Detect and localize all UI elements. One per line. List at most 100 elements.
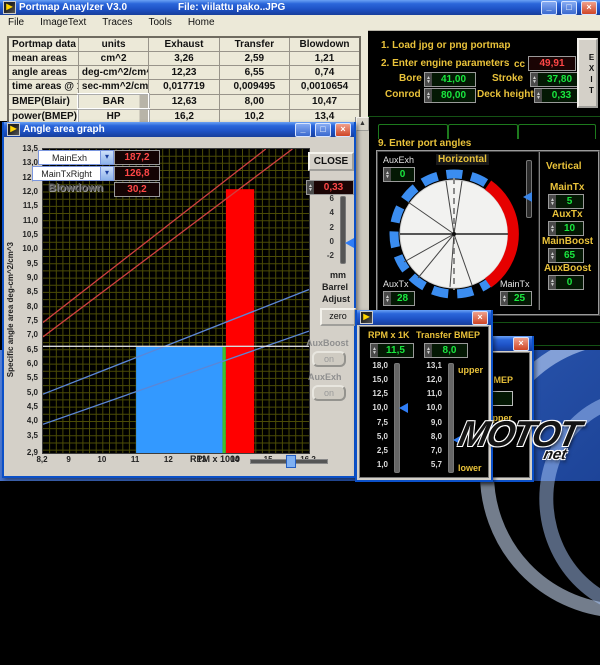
stroke-spinner[interactable]: 37,80 — [530, 72, 582, 87]
zero-button[interactable]: zero — [320, 308, 356, 326]
slider-tick-label: 10,0 — [426, 403, 442, 412]
slider-tick-label: 6 — [330, 194, 334, 203]
slider-tick-label: 15,0 — [372, 375, 388, 384]
table-cell: time areas @ 11,5K — [8, 80, 78, 95]
divider-line — [368, 116, 600, 117]
table-cell: 8,00 — [219, 94, 289, 109]
spinner-up-down-arrows[interactable] — [425, 73, 432, 86]
table-header-cell: units — [78, 37, 148, 52]
spinner-up-down-arrows[interactable] — [549, 276, 556, 289]
graph-window-title: Angle area graph — [23, 124, 105, 135]
menu-imagetext[interactable]: ImageText — [32, 17, 94, 28]
rpm-slider-handle[interactable] — [399, 403, 408, 413]
slider-tick-label: 2,5 — [377, 446, 388, 455]
tab-1[interactable] — [378, 124, 448, 139]
blowdown-value: 30,2 — [114, 182, 160, 197]
dropdown-arrow-icon[interactable]: ▾ — [100, 151, 113, 164]
aux-tx-spinner[interactable]: 10 — [548, 221, 584, 236]
units-select[interactable]: BAR — [78, 94, 148, 109]
table-cell: 2,59 — [219, 52, 289, 66]
axis-tick-label: 5,0 — [8, 388, 38, 397]
logo-text-top: MOTOT — [456, 420, 581, 449]
spinner-up-down-arrows[interactable] — [549, 249, 556, 262]
conrod-spinner[interactable]: 80,00 — [424, 88, 476, 103]
slider-tick-label: 1,0 — [377, 460, 388, 469]
spinner-up-down-arrows[interactable] — [549, 195, 556, 208]
spinner-up-down-arrows[interactable] — [501, 292, 508, 305]
axis-tick-label: 2,9 — [8, 448, 38, 457]
bore-spinner[interactable]: 41,00 — [424, 72, 476, 87]
rpm-slider-track[interactable] — [394, 363, 400, 473]
vertical-label: Vertical — [546, 161, 582, 172]
main-tx-bottom-spinner[interactable]: 25 — [500, 291, 532, 306]
slider-tick-label: 12,5 — [372, 389, 388, 398]
rpm-slider-scale: 18,015,012,510,07,55,02,51,0 — [362, 361, 388, 469]
exit-button[interactable]: EXIT — [577, 38, 598, 108]
tab-3[interactable] — [518, 124, 596, 139]
axis-tick-label: 8,2 — [29, 455, 55, 464]
close-icon[interactable]: × — [472, 311, 488, 325]
dial-slider-track[interactable] — [526, 160, 532, 218]
spinner-up-down-arrows[interactable] — [425, 89, 432, 102]
chart-canvas — [43, 149, 309, 453]
dial-slider-handle[interactable] — [523, 192, 532, 202]
window-file-label: File: viilattu pako..JPG — [178, 2, 285, 13]
spinner-up-down-arrows[interactable] — [307, 181, 314, 194]
menu-file[interactable]: File — [0, 17, 32, 28]
main-tx-spinner[interactable]: 5 — [548, 194, 584, 209]
cc-value[interactable]: 49,91 — [528, 56, 576, 71]
tab-2[interactable] — [448, 124, 518, 139]
aux-tx-bottom-spinner[interactable]: 28 — [383, 291, 415, 306]
axis-tick-label: 13,5 — [8, 144, 38, 153]
bmep-slider-track[interactable] — [448, 363, 454, 473]
spinner-up-down-arrows[interactable] — [535, 89, 542, 102]
main-boost-spinner[interactable]: 65 — [548, 248, 584, 263]
conrod-label: Conrod — [385, 89, 421, 100]
trace-select-1[interactable]: MainExh ▾ — [38, 150, 114, 165]
rpm-scroll-handle[interactable] — [286, 455, 296, 468]
step1-label: 1. Load jpg or png portmap — [381, 40, 510, 51]
minimize-icon[interactable]: _ — [295, 123, 311, 137]
table-cell: 1,21 — [290, 52, 360, 66]
menu-home[interactable]: Home — [180, 17, 223, 28]
transfer-bmep-spinner[interactable]: 8,0 — [424, 343, 468, 358]
trace-select-2[interactable]: MainTxRight ▾ — [32, 166, 114, 181]
close-graph-button[interactable]: CLOSE — [308, 152, 354, 171]
deck-height-spinner[interactable]: 0,33 — [534, 88, 582, 103]
spinner-up-down-arrows[interactable] — [425, 344, 432, 357]
rpm-titlebar: ▶ × — [357, 310, 491, 325]
close-icon[interactable]: × — [513, 337, 529, 351]
maximize-icon[interactable]: □ — [561, 1, 577, 15]
aux-boost-spinner[interactable]: 0 — [548, 275, 584, 290]
spinner-up-down-arrows[interactable] — [371, 344, 378, 357]
barrel-slider-track[interactable] — [340, 196, 346, 264]
spinner-up-down-arrows[interactable] — [549, 222, 556, 235]
slider-tick-label: 5,0 — [377, 432, 388, 441]
close-icon[interactable]: × — [581, 1, 597, 15]
axis-tick-label: 9 — [56, 455, 82, 464]
close-icon[interactable]: × — [335, 123, 351, 137]
menu-tools[interactable]: Tools — [140, 17, 179, 28]
maximize-icon[interactable]: □ — [315, 123, 331, 137]
barrel-slider-scale: 6420-2 — [318, 194, 334, 260]
aux-boost-on-button: on — [312, 351, 346, 367]
table-cell: cm^2 — [78, 52, 148, 66]
rpm-spinner[interactable]: 11,5 — [370, 343, 414, 358]
mototnet-logo-watermark: MOTOT net — [454, 420, 582, 461]
spinner-up-down-arrows[interactable] — [531, 73, 538, 86]
app-icon: ▶ — [3, 1, 16, 14]
barrel-adjust-value[interactable]: 0,33 — [306, 180, 354, 195]
image-scrollbar[interactable]: ▲ — [355, 117, 369, 313]
menu-traces[interactable]: Traces — [94, 17, 140, 28]
minimize-icon[interactable]: _ — [541, 1, 557, 15]
table-cell: angle areas — [8, 66, 78, 80]
barrel-slider-handle[interactable] — [345, 238, 354, 248]
scrollbar-up-icon[interactable]: ▲ — [356, 117, 369, 131]
slider-tick-label: 12,0 — [426, 375, 442, 384]
graph-titlebar: ▶ Angle area graph _ □ × — [4, 122, 354, 137]
dropdown-arrow-icon[interactable]: ▾ — [100, 167, 113, 180]
slider-tick-label: 5,7 — [431, 460, 442, 469]
spinner-up-down-arrows[interactable] — [384, 292, 391, 305]
aux-boost-label: AuxBoost — [544, 263, 591, 274]
axis-tick-label: 4,0 — [8, 416, 38, 425]
